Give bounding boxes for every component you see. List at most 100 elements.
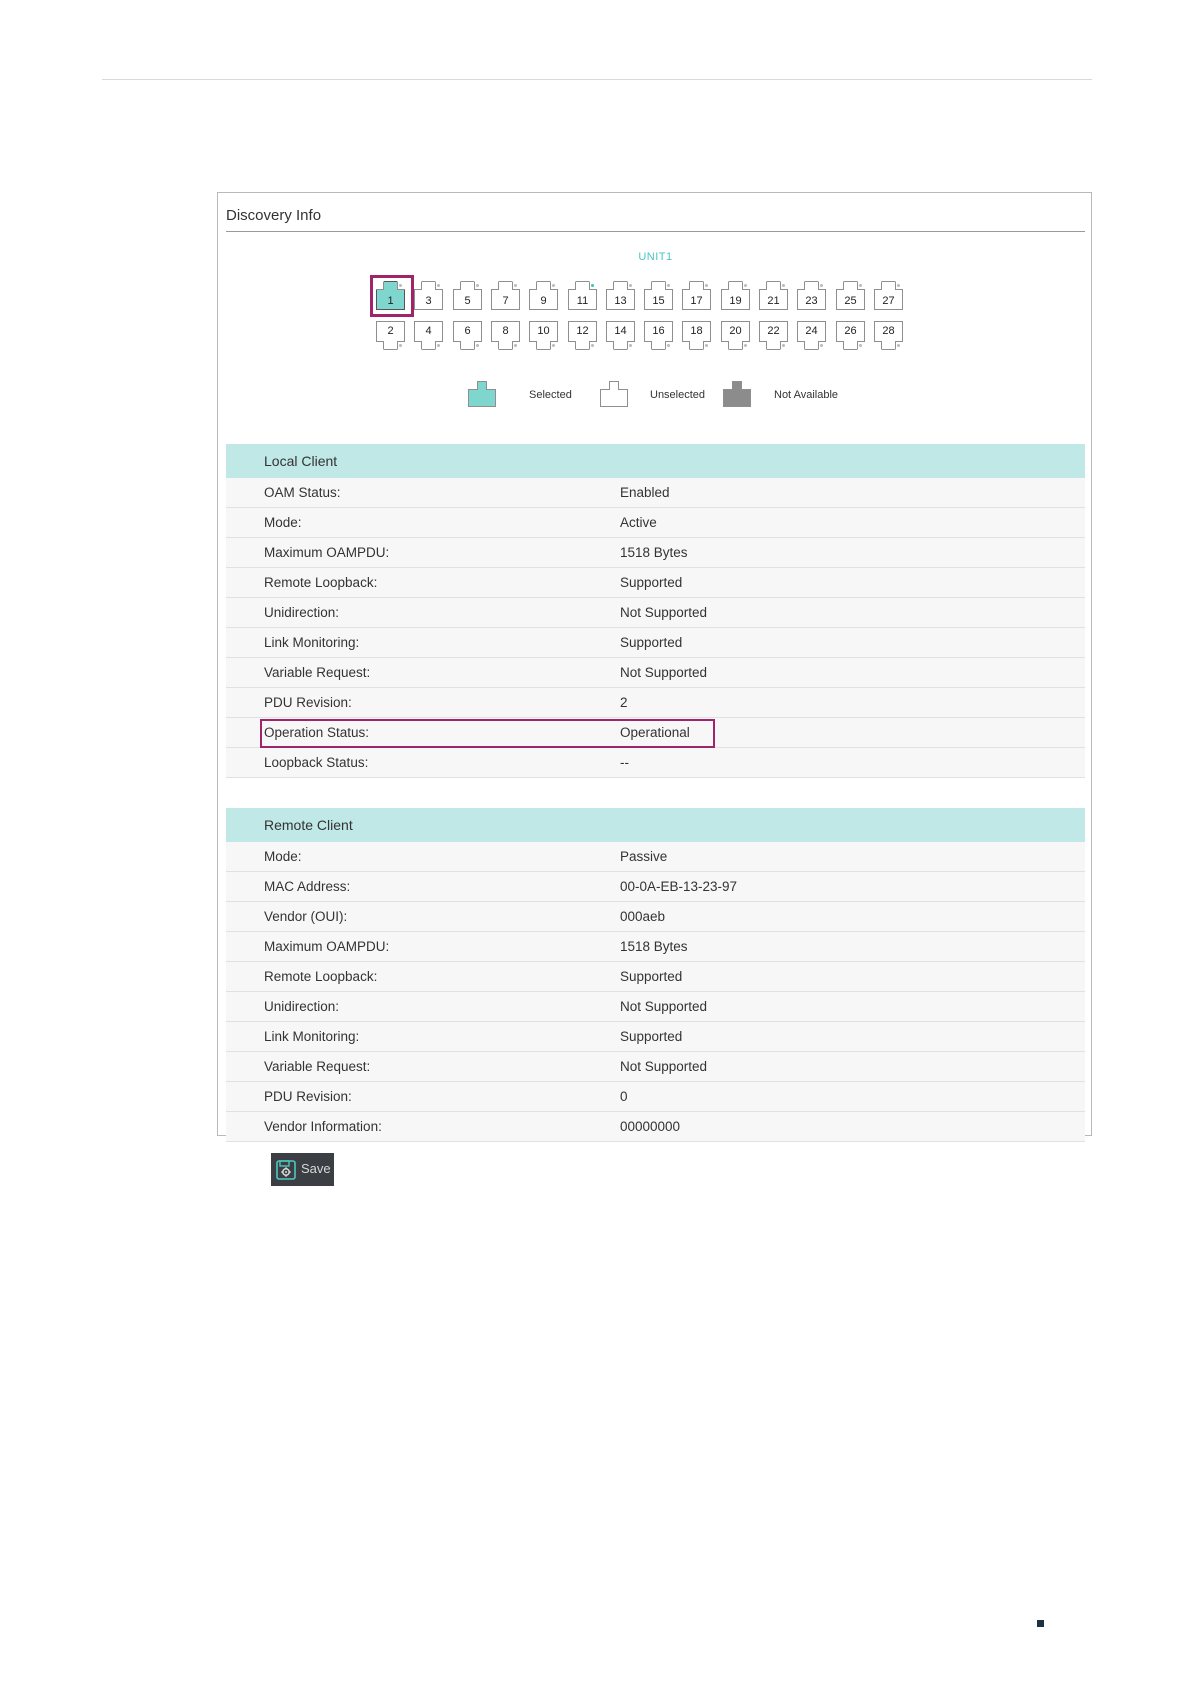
port-led-icon xyxy=(744,284,747,287)
port-1[interactable]: 1 xyxy=(376,281,405,310)
info-label: Link Monitoring: xyxy=(264,1029,360,1044)
port-7[interactable]: 7 xyxy=(491,281,520,310)
port-16[interactable]: 16 xyxy=(644,321,673,350)
port-number: 15 xyxy=(652,295,665,307)
port-20[interactable]: 20 xyxy=(721,321,750,350)
port-led-icon xyxy=(437,344,440,347)
port-19[interactable]: 19 xyxy=(721,281,750,310)
port-number: 4 xyxy=(425,325,432,337)
port-number: 27 xyxy=(882,295,895,307)
info-value: Active xyxy=(620,515,657,530)
local-client-header: Local Client xyxy=(226,444,1085,478)
port-23[interactable]: 23 xyxy=(797,281,826,310)
port-8[interactable]: 8 xyxy=(491,321,520,350)
info-row: Mode: Passive xyxy=(226,842,1085,872)
port-11[interactable]: 11 xyxy=(568,281,597,310)
port-3[interactable]: 3 xyxy=(414,281,443,310)
port-10[interactable]: 10 xyxy=(529,321,558,350)
info-row: PDU Revision: 0 xyxy=(226,1082,1085,1112)
info-value: 0 xyxy=(620,1089,628,1104)
port-26[interactable]: 26 xyxy=(836,321,865,350)
legend-not-available-label: Not Available xyxy=(774,389,839,401)
port-number: 12 xyxy=(576,325,589,337)
port-led-icon xyxy=(897,284,900,287)
legend-unselected-label: Unselected xyxy=(650,389,706,401)
port-5[interactable]: 5 xyxy=(453,281,482,310)
port-24[interactable]: 24 xyxy=(797,321,826,350)
info-label: OAM Status: xyxy=(264,485,341,500)
info-label: Loopback Status: xyxy=(264,755,369,770)
remote-client-table: Mode: Passive MAC Address: 00-0A-EB-13-23-9… xyxy=(226,842,1085,1142)
info-label: Vendor Information: xyxy=(264,1119,382,1134)
save-button[interactable]: Save xyxy=(271,1153,334,1186)
info-value: Not Supported xyxy=(620,665,708,680)
port-6[interactable]: 6 xyxy=(453,321,482,350)
info-label: Remote Loopback: xyxy=(264,575,378,590)
legend-not-available-swatch xyxy=(723,381,751,407)
info-row: Remote Loopback: Supported xyxy=(226,568,1085,598)
port-led-icon xyxy=(859,344,862,347)
info-label: Operation Status: xyxy=(264,725,370,740)
info-value: Supported xyxy=(620,575,683,590)
port-panel: 1 3 5 7 9 11 13 15 17 19 21 23 25 27 2 4 6 8 10 12 14 16 18 20 2… xyxy=(218,193,1093,363)
port-number: 8 xyxy=(502,325,509,337)
port-number: 26 xyxy=(844,325,857,337)
port-18[interactable]: 18 xyxy=(682,321,711,350)
legend-unselected-swatch xyxy=(600,381,628,407)
port-led-icon xyxy=(514,284,517,287)
port-14[interactable]: 14 xyxy=(606,321,635,350)
port-4[interactable]: 4 xyxy=(414,321,443,350)
port-number: 20 xyxy=(729,325,742,337)
port-led-icon xyxy=(859,284,862,287)
info-row: Maximum OAMPDU: 1518 Bytes xyxy=(226,932,1085,962)
port-28[interactable]: 28 xyxy=(874,321,903,350)
port-number: 3 xyxy=(425,295,432,307)
save-gear-icon xyxy=(276,1160,296,1180)
port-27[interactable]: 27 xyxy=(874,281,903,310)
info-row: Unidirection: Not Supported xyxy=(226,992,1085,1022)
port-number: 7 xyxy=(502,295,509,307)
port-2[interactable]: 2 xyxy=(376,321,405,350)
info-value: -- xyxy=(620,755,629,770)
port-21[interactable]: 21 xyxy=(759,281,788,310)
port-led-icon xyxy=(820,344,823,347)
port-12[interactable]: 12 xyxy=(568,321,597,350)
info-label: MAC Address: xyxy=(264,879,351,894)
info-label: Unidirection: xyxy=(264,999,340,1014)
port-number: 28 xyxy=(882,325,895,337)
legend-selected-swatch xyxy=(468,381,496,407)
port-number: 2 xyxy=(387,325,394,337)
port-led-icon xyxy=(514,344,517,347)
info-label: Link Monitoring: xyxy=(264,635,360,650)
port-13[interactable]: 13 xyxy=(606,281,635,310)
info-row: Mode: Active xyxy=(226,508,1085,538)
info-value: Supported xyxy=(620,969,683,984)
info-label: Maximum OAMPDU: xyxy=(264,545,390,560)
info-value: Enabled xyxy=(620,485,670,500)
info-row: PDU Revision: 2 xyxy=(226,688,1085,718)
port-9[interactable]: 9 xyxy=(529,281,558,310)
port-25[interactable]: 25 xyxy=(836,281,865,310)
info-label: Variable Request: xyxy=(264,1059,371,1074)
info-row: Unidirection: Not Supported xyxy=(226,598,1085,628)
legend-selected-label: Selected xyxy=(529,389,572,401)
port-led-icon xyxy=(705,344,708,347)
port-22[interactable]: 22 xyxy=(759,321,788,350)
remote-client-title: Remote Client xyxy=(264,817,353,833)
info-value: Operational xyxy=(620,725,690,740)
port-15[interactable]: 15 xyxy=(644,281,673,310)
info-row: Maximum OAMPDU: 1518 Bytes xyxy=(226,538,1085,568)
port-number: 22 xyxy=(767,325,780,337)
port-led-icon xyxy=(591,284,594,287)
info-row: Vendor Information: 00000000 xyxy=(226,1112,1085,1142)
port-number: 16 xyxy=(652,325,665,337)
info-label: Vendor (OUI): xyxy=(264,909,348,924)
info-label: Mode: xyxy=(264,849,302,864)
port-17[interactable]: 17 xyxy=(682,281,711,310)
port-number: 25 xyxy=(844,295,857,307)
info-value: Not Supported xyxy=(620,1059,708,1074)
port-number: 14 xyxy=(614,325,627,337)
port-led-icon xyxy=(897,344,900,347)
info-value: 00-0A-EB-13-23-97 xyxy=(620,879,738,894)
port-number: 19 xyxy=(729,295,742,307)
